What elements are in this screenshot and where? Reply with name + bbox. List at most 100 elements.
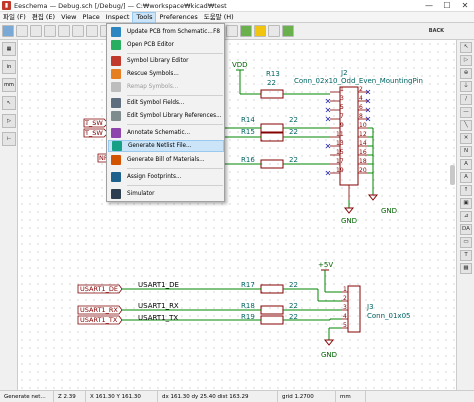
- page-settings-icon[interactable]: [16, 25, 28, 37]
- add-rectangle-icon[interactable]: ▭: [460, 237, 472, 248]
- undo-icon[interactable]: [72, 25, 84, 37]
- global-label-usart1-tx[interactable]: USART1_TX: [77, 315, 123, 325]
- wire-mode-icon[interactable]: ⊢: [2, 132, 16, 146]
- j2-pin-3: 3: [340, 95, 344, 102]
- j2-pin-14: 14: [359, 140, 367, 147]
- add-wire-icon[interactable]: /: [460, 94, 472, 105]
- add-sheet-pin-icon[interactable]: ⊿: [460, 211, 472, 222]
- vdd-power-symbol[interactable]: VDD: [232, 61, 248, 94]
- add-graphic-line-icon[interactable]: DA: [460, 224, 472, 235]
- resistor-r17[interactable]: R17 22: [240, 281, 342, 302]
- import-sheet-pin-icon[interactable]: ▣: [460, 198, 472, 209]
- gnd-symbol-j2-mount[interactable]: GND: [341, 207, 357, 225]
- gnd-symbol-j3[interactable]: GND: [321, 339, 337, 359]
- right-toolbar: ↖ ▷ ⊕ ⏚ / — ╲ ✕ N A A ↑ ▣ ⊿ DA ▭ T ▦: [456, 40, 474, 390]
- svg-text:Conn_01x05: Conn_01x05: [367, 312, 411, 320]
- gnd-symbol-j2-right[interactable]: GND: [367, 194, 397, 215]
- paste-icon[interactable]: [58, 25, 70, 37]
- global-label-usart1-rx[interactable]: USART1_RX: [77, 305, 123, 315]
- annotate-icon[interactable]: [226, 25, 238, 37]
- svg-text:R19: R19: [241, 313, 255, 321]
- erc-icon[interactable]: [240, 25, 252, 37]
- back-button[interactable]: BACK: [429, 28, 444, 34]
- j2-value: Conn_02x10_Odd_Even_MountingPin: [294, 77, 423, 85]
- add-bus-icon[interactable]: —: [460, 107, 472, 118]
- j2-pin-10: 10: [359, 122, 367, 129]
- maximize-button[interactable]: ☐: [438, 1, 456, 10]
- menu-bar: 파일 (F) 편집 (E) View Place Inspect Tools P…: [0, 11, 474, 23]
- annotate-icon: [111, 128, 121, 138]
- simulator-icon: [111, 189, 121, 199]
- left-toolbar: ▦ in mm ↖ ▷ ⊢: [0, 40, 18, 390]
- units-inch-button[interactable]: in: [2, 60, 16, 74]
- add-text-icon[interactable]: T: [460, 250, 472, 261]
- menu-item-update-pcb[interactable]: Update PCB from Schematic... F8: [108, 26, 224, 38]
- minimize-button[interactable]: —: [420, 1, 438, 10]
- remap-icon: [111, 82, 121, 92]
- grid-toggle-icon[interactable]: ▦: [2, 42, 16, 56]
- resistor-r15[interactable]: R15 22: [240, 128, 330, 142]
- menu-help[interactable]: 도움말 (H): [201, 12, 237, 23]
- menu-inspect[interactable]: Inspect: [103, 12, 133, 23]
- add-bus-entry-icon[interactable]: ╲: [460, 120, 472, 131]
- menu-item-simulator[interactable]: Simulator: [108, 188, 224, 200]
- resistor-r16[interactable]: R16 22: [240, 156, 330, 169]
- add-net-label-icon[interactable]: N: [460, 146, 472, 157]
- j2-pin-19: 19: [336, 167, 344, 174]
- connector-j2[interactable]: J2 Conn_02x10_Odd_Even_MountingPin 1 3 5…: [294, 69, 423, 200]
- add-hier-label-icon[interactable]: A: [460, 172, 472, 183]
- close-button[interactable]: ✕: [456, 1, 474, 10]
- schematic-canvas[interactable]: VDD R13 22 J2 Conn_02x10_Odd_Even_Mounti…: [18, 40, 456, 390]
- menu-tools[interactable]: Tools: [132, 11, 157, 23]
- menu-separator: [127, 168, 223, 169]
- pcb-icon[interactable]: [282, 25, 294, 37]
- r13-value: 22: [267, 79, 276, 87]
- menu-view[interactable]: View: [58, 12, 79, 23]
- assign-footprints-icon[interactable]: [254, 25, 266, 37]
- plus5v-power-symbol[interactable]: +5V: [318, 261, 342, 293]
- menu-separator: [127, 124, 223, 125]
- hidden-pins-icon[interactable]: ▷: [2, 114, 16, 128]
- bom-icon[interactable]: [268, 25, 280, 37]
- menu-item-edit-symbol-library-references[interactable]: Edit Symbol Library References...: [108, 110, 224, 122]
- print-icon[interactable]: [30, 25, 42, 37]
- svg-text:T_SW: T_SW: [84, 119, 103, 127]
- global-label-tswclk[interactable]: T_SW: [83, 128, 109, 138]
- add-symbol-icon[interactable]: ⊕: [460, 68, 472, 79]
- add-no-connect-icon[interactable]: ✕: [460, 133, 472, 144]
- vertical-scrollbar-thumb[interactable]: [450, 165, 455, 185]
- menu-item-rescue-symbols[interactable]: Rescue Symbols...: [108, 68, 224, 80]
- add-image-icon[interactable]: ▦: [460, 263, 472, 274]
- menu-place[interactable]: Place: [80, 12, 103, 23]
- redo-icon[interactable]: [86, 25, 98, 37]
- highlight-net-icon[interactable]: ▷: [460, 55, 472, 66]
- global-label-tswdio[interactable]: T_SW: [83, 118, 109, 128]
- units-mm-button[interactable]: mm: [2, 78, 16, 92]
- resistor-r19[interactable]: R19 22: [240, 313, 342, 325]
- add-sheet-icon[interactable]: ↑: [460, 185, 472, 196]
- menu-preferences[interactable]: Preferences: [156, 12, 200, 23]
- save-icon[interactable]: [2, 25, 14, 37]
- menu-item-open-pcb-editor[interactable]: Open PCB Editor: [108, 39, 224, 51]
- cursor-style-icon[interactable]: ↖: [2, 96, 16, 110]
- schematic-drawing: VDD R13 22 J2 Conn_02x10_Odd_Even_Mounti…: [77, 61, 423, 359]
- menu-item-annotate-schematic[interactable]: Annotate Schematic...: [108, 127, 224, 139]
- global-label-usart1-de[interactable]: USART1_DE: [77, 284, 123, 294]
- connector-j3[interactable]: 1 2 3 4 5 J3 Conn_01x05: [342, 285, 411, 333]
- j2-pin-18: 18: [359, 158, 367, 165]
- plot-icon[interactable]: [44, 25, 56, 37]
- menu-file[interactable]: 파일 (F): [0, 12, 29, 23]
- menu-item-generate-bom[interactable]: Generate Bill of Materials...: [108, 154, 224, 166]
- menu-item-assign-footprints[interactable]: Assign Footprints...: [108, 171, 224, 183]
- menu-item-symbol-library-editor[interactable]: Symbol Library Editor: [108, 55, 224, 67]
- add-power-icon[interactable]: ⏚: [460, 81, 472, 92]
- menu-item-generate-netlist-file[interactable]: Generate Netlist File...: [108, 140, 224, 152]
- svg-text:J3: J3: [366, 303, 374, 311]
- add-global-label-icon[interactable]: A: [460, 159, 472, 170]
- j2-pin-15: 15: [336, 149, 344, 156]
- select-icon[interactable]: ↖: [460, 42, 472, 53]
- status-units: mm: [336, 390, 366, 402]
- menu-item-edit-symbol-fields[interactable]: Edit Symbol Fields...: [108, 97, 224, 109]
- tools-menu-dropdown: Update PCB from Schematic... F8 Open PCB…: [106, 23, 225, 202]
- menu-edit[interactable]: 편집 (E): [29, 12, 58, 23]
